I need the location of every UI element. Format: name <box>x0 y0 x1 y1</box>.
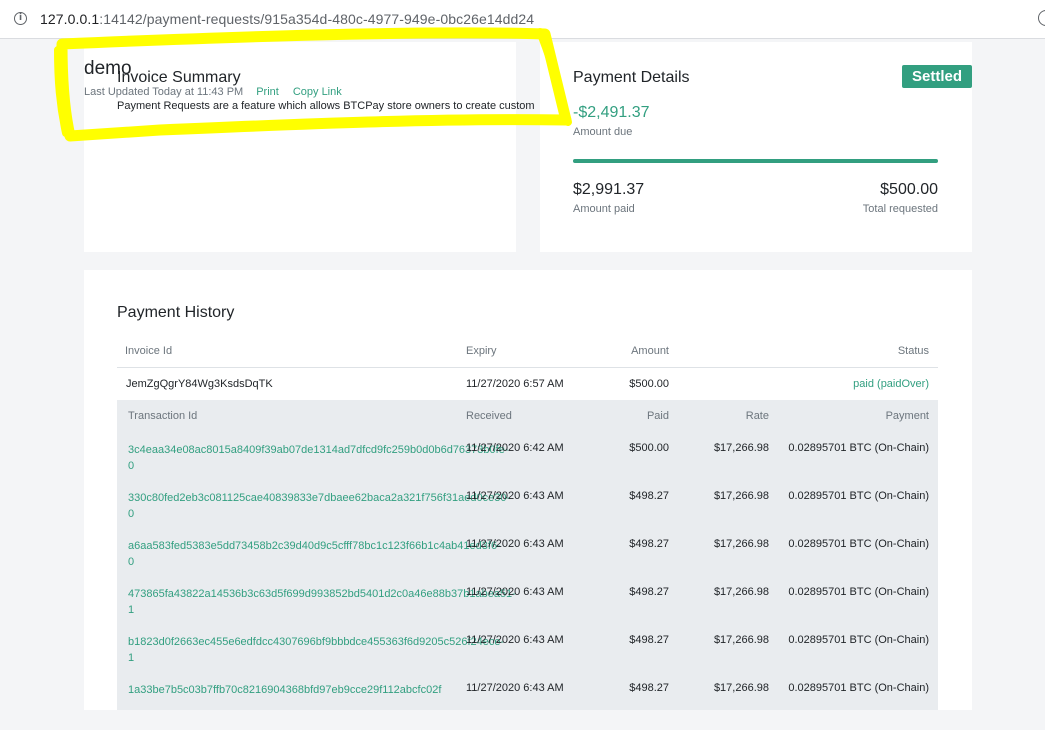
transaction-received: 11/27/2020 6:42 AM <box>466 442 564 454</box>
transaction-received: 11/27/2020 6:43 AM <box>466 538 564 550</box>
copy-link[interactable]: Copy Link <box>293 86 342 98</box>
transaction-paid: $498.27 <box>629 586 669 598</box>
status-badge: Settled <box>902 65 972 88</box>
transaction-rate: $17,266.98 <box>713 634 769 646</box>
transaction-row: 330c80fed2eb3c081125cae40839833e7dbaee62… <box>117 490 938 538</box>
amount-paid-label: Amount paid <box>573 203 635 215</box>
amount-paid-value: $2,991.37 <box>573 181 645 198</box>
transaction-paid: $498.27 <box>629 634 669 646</box>
transaction-row: 473865fa43822a14536b3c63d5f699d993852bd5… <box>117 586 938 634</box>
invoice-row[interactable]: JemZgQgrY84Wg3KsdsDqTK 11/27/2020 6:57 A… <box>117 368 938 400</box>
col-transaction-id: Transaction Id <box>128 410 198 422</box>
transaction-id-link[interactable]: 473865fa43822a14536b3c63d5f699d993852bd5… <box>128 586 516 618</box>
url-text[interactable]: 127.0.0.1:14142/payment-requests/915a354… <box>40 11 534 27</box>
transaction-received: 11/27/2020 6:43 AM <box>466 586 564 598</box>
transaction-received: 11/27/2020 6:43 AM <box>466 682 564 694</box>
invoice-expiry: 11/27/2020 6:57 AM <box>466 378 564 390</box>
amount-due-label: Amount due <box>573 126 633 138</box>
url-path: :14142/payment-requests/915a354d-480c-49… <box>99 11 535 27</box>
invoice-table-header: Invoice Id Expiry Amount Status <box>117 334 938 368</box>
transactions-panel: Transaction Id Received Paid Rate Paymen… <box>117 400 938 710</box>
transaction-id-link[interactable]: a6aa583fed5383e5dd73458b2c39d40d9c5cfff7… <box>128 538 501 570</box>
transaction-payment: 0.02895701 BTC (On-Chain) <box>788 538 929 550</box>
transaction-payment: 0.02895701 BTC (On-Chain) <box>788 634 929 646</box>
invoice-summary-title: Invoice Summary <box>117 69 241 86</box>
transaction-paid: $500.00 <box>629 442 669 454</box>
transaction-id-link[interactable]: 3c4eaa34e08ac8015a8409f39ab07de1314ad7df… <box>128 442 508 474</box>
transaction-id-link[interactable]: 330c80fed2eb3c081125cae40839833e7dbaee62… <box>128 490 510 522</box>
col-payment: Payment <box>885 410 929 422</box>
payment-progress-bar <box>573 159 938 163</box>
col-paid: Paid <box>646 410 669 422</box>
print-link[interactable]: Print <box>256 86 279 98</box>
transaction-paid: $498.27 <box>629 682 669 694</box>
col-status: Status <box>897 345 929 357</box>
payment-details-title: Payment Details <box>573 69 690 86</box>
address-bar[interactable]: i 127.0.0.1:14142/payment-requests/915a3… <box>0 0 1045 39</box>
transaction-row: 3c4eaa34e08ac8015a8409f39ab07de1314ad7df… <box>117 442 938 490</box>
transaction-rate: $17,266.98 <box>713 442 769 454</box>
site-info-icon[interactable]: i <box>14 12 27 25</box>
transaction-row: b1823d0f2663ec455e6edfdcc4307696bf9bbbdc… <box>117 634 938 682</box>
transaction-id-link[interactable]: 1a33be7b5c03b7ffb70c8216904368bfd97eb9cc… <box>128 682 448 698</box>
col-invoice-id: Invoice Id <box>125 345 173 357</box>
transaction-row: 1a33be7b5c03b7ffb70c8216904368bfd97eb9cc… <box>117 682 938 730</box>
total-requested-label: Total requested <box>862 203 938 215</box>
last-updated: Last Updated Today at 11:43 PM Print Copy … <box>84 86 342 98</box>
transaction-payment: 0.02895701 BTC (On-Chain) <box>788 490 929 502</box>
col-rate: Rate <box>745 410 769 422</box>
last-updated-text: Last Updated Today at 11:43 PM <box>84 86 244 98</box>
transaction-rate: $17,266.98 <box>713 538 769 550</box>
url-host: 127.0.0.1 <box>40 11 100 27</box>
total-requested-value: $500.00 <box>880 181 938 198</box>
request-description: Payment Requests are a feature which all… <box>117 100 535 112</box>
transaction-rate: $17,266.98 <box>713 682 769 694</box>
invoice-amount: $500.00 <box>629 378 669 390</box>
payment-history-title: Payment History <box>117 304 235 321</box>
transaction-received: 11/27/2020 6:43 AM <box>466 634 564 646</box>
transaction-row: a6aa583fed5383e5dd73458b2c39d40d9c5cfff7… <box>117 538 938 586</box>
transaction-payment: 0.02895701 BTC (On-Chain) <box>788 682 929 694</box>
col-received: Received <box>466 410 512 422</box>
transaction-payment: 0.02895701 BTC (On-Chain) <box>788 586 929 598</box>
transaction-paid: $498.27 <box>629 490 669 502</box>
payment-progress-fill <box>573 159 938 163</box>
invoice-id[interactable]: JemZgQgrY84Wg3KsdsDqTK <box>126 378 273 390</box>
transaction-rate: $17,266.98 <box>713 490 769 502</box>
transaction-payment: 0.02895701 BTC (On-Chain) <box>788 442 929 454</box>
browser-menu-icon[interactable] <box>1038 10 1045 26</box>
invoice-status: paid (paidOver) <box>853 378 929 390</box>
amount-due-value: -$2,491.37 <box>573 104 650 121</box>
store-name: demo <box>84 58 132 79</box>
transaction-received: 11/27/2020 6:43 AM <box>466 490 564 502</box>
transaction-id-link[interactable]: b1823d0f2663ec455e6edfdcc4307696bf9bbbdc… <box>128 634 504 666</box>
transaction-rate: $17,266.98 <box>713 586 769 598</box>
transaction-paid: $498.27 <box>629 538 669 550</box>
col-amount: Amount <box>631 345 669 357</box>
col-expiry: Expiry <box>466 345 497 357</box>
